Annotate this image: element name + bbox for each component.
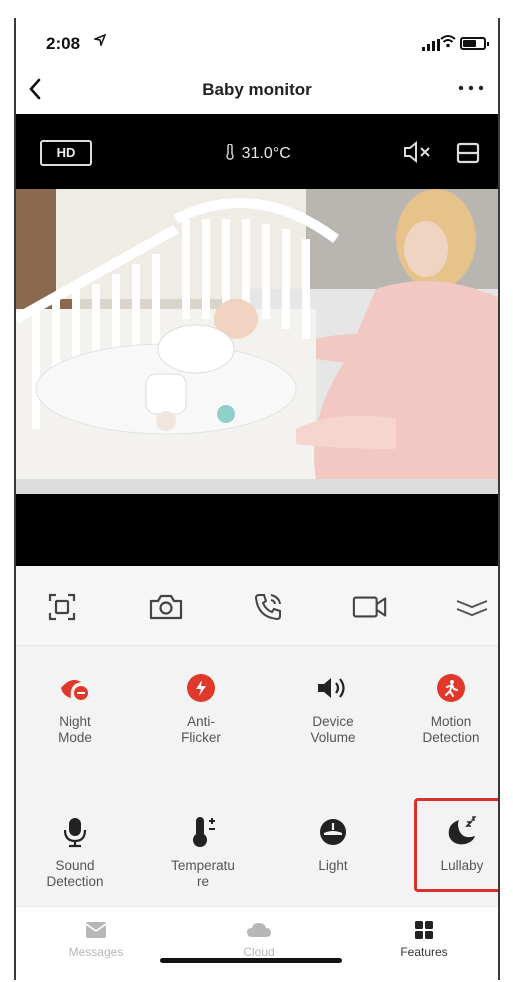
layout-button[interactable] bbox=[456, 142, 480, 169]
feature-label-line: Flicker bbox=[181, 730, 221, 745]
motion-detection-icon bbox=[433, 670, 469, 706]
device-volume-icon bbox=[315, 670, 351, 706]
tab-cloud[interactable]: Cloud bbox=[199, 919, 319, 959]
more-button[interactable] bbox=[456, 74, 486, 104]
snapshot-button[interactable] bbox=[148, 592, 184, 622]
status-time: 2:08 bbox=[46, 34, 81, 53]
night-mode-icon bbox=[57, 670, 93, 706]
cloud-icon bbox=[199, 919, 319, 941]
phone-screen: 2:08 Baby monitor HD 31.0°C Night Mode A… bbox=[14, 18, 500, 980]
feature-light[interactable]: Light bbox=[278, 814, 388, 874]
feature-anti-flicker[interactable]: Anti- Flicker bbox=[146, 670, 256, 746]
messages-icon bbox=[36, 919, 156, 941]
collapse-chevron-icon bbox=[456, 600, 488, 617]
feature-label-line: Device bbox=[312, 714, 354, 729]
speaker-muted-icon bbox=[404, 140, 430, 164]
thermometer-icon bbox=[226, 143, 234, 160]
snapshot-camera-icon bbox=[149, 594, 183, 620]
feature-label-line: re bbox=[196, 874, 209, 889]
tab-label: Messages bbox=[68, 945, 124, 959]
tab-label: Features bbox=[400, 945, 448, 959]
home-indicator[interactable] bbox=[160, 958, 342, 963]
tab-features[interactable]: Features bbox=[364, 919, 484, 959]
feature-label-line: Anti- bbox=[187, 714, 215, 729]
battery-icon bbox=[460, 37, 489, 50]
record-video-button[interactable] bbox=[352, 592, 388, 622]
feature-night-mode[interactable]: Night Mode bbox=[20, 670, 130, 746]
light-icon bbox=[315, 814, 351, 850]
navigation-bar: Baby monitor bbox=[16, 70, 498, 114]
camera-action-toolbar bbox=[16, 566, 498, 646]
feature-label-line: Detection bbox=[422, 730, 480, 745]
bottom-tab-bar: Messages Cloud Features bbox=[16, 906, 498, 980]
status-bar: 2:08 bbox=[16, 18, 498, 70]
features-grid-icon bbox=[364, 919, 484, 941]
layout-icon bbox=[456, 142, 480, 164]
screen-fit-button[interactable] bbox=[44, 592, 80, 622]
feature-label-line: Detection bbox=[46, 874, 104, 889]
call-icon bbox=[254, 594, 281, 621]
feature-label-line: Light bbox=[318, 858, 348, 873]
camera-feed-image bbox=[16, 189, 498, 494]
sound-detection-icon bbox=[57, 814, 93, 850]
feature-label-line: Night bbox=[59, 714, 91, 729]
features-grid: Night Mode Anti- Flicker Device Volume Mo bbox=[16, 646, 498, 906]
feature-label-line: Mode bbox=[58, 730, 92, 745]
wifi-icon bbox=[440, 34, 456, 53]
temperature-value: 31.0°C bbox=[241, 145, 291, 162]
page-title: Baby monitor bbox=[202, 80, 312, 99]
feature-sound-detection[interactable]: Sound Detection bbox=[20, 814, 130, 890]
screen-fit-icon bbox=[48, 593, 76, 621]
call-button[interactable] bbox=[250, 592, 286, 622]
collapse-toolbar-button[interactable] bbox=[454, 592, 490, 622]
live-video-area[interactable]: HD 31.0°C bbox=[16, 114, 498, 566]
feature-label-line: Temperatu bbox=[171, 858, 235, 873]
temperature-icon bbox=[185, 814, 221, 850]
tab-label: Cloud bbox=[243, 945, 275, 959]
feature-device-volume[interactable]: Device Volume bbox=[278, 670, 388, 746]
tab-messages[interactable]: Messages bbox=[36, 919, 156, 959]
record-video-icon bbox=[352, 596, 387, 618]
anti-flicker-icon bbox=[183, 670, 219, 706]
feature-temperature[interactable]: Temperatu re bbox=[148, 814, 258, 890]
feature-motion-detection[interactable]: Motion Detection bbox=[396, 670, 498, 746]
location-arrow-icon bbox=[92, 33, 107, 49]
feature-label-line: Volume bbox=[310, 730, 356, 745]
highlight-box bbox=[414, 798, 498, 892]
cellular-signal-icon bbox=[422, 38, 440, 56]
more-horizontal-icon bbox=[458, 85, 484, 91]
mute-button[interactable] bbox=[402, 140, 432, 169]
feature-label-line: Sound bbox=[55, 858, 95, 873]
feature-label-line: Motion bbox=[430, 714, 472, 729]
